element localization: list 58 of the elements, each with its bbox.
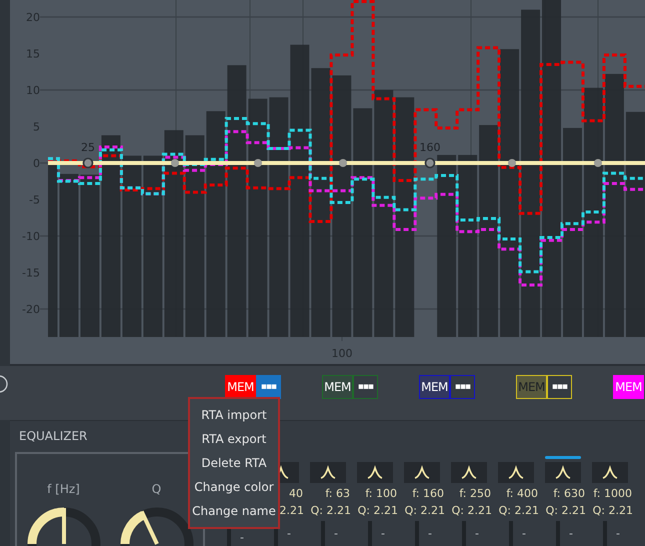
more-button[interactable]: ▪▪▪	[256, 375, 281, 399]
band-q: Q: 2.21	[592, 503, 633, 519]
band-q: Q: 2.21	[452, 503, 492, 519]
slider-value: -	[381, 527, 385, 540]
slider-value: -	[287, 527, 291, 540]
eq-node[interactable]	[508, 159, 516, 167]
band-q: 2.21	[280, 503, 304, 519]
band-q: Q: 2.21	[358, 503, 398, 519]
node-label: 25	[81, 141, 95, 154]
knob-label: f [Hz]	[47, 482, 80, 498]
menu-item[interactable]: Change name	[190, 499, 278, 523]
eq-node[interactable]	[424, 158, 436, 168]
peak-filter-icon[interactable]	[592, 462, 628, 483]
slider-value: -	[616, 527, 620, 540]
band-frequency: f: 160	[412, 486, 445, 502]
band-frequency: f: 1000	[593, 486, 633, 502]
peak-filter-icon[interactable]	[356, 462, 392, 483]
more-button[interactable]: ▪▪▪	[450, 375, 475, 399]
band-frequency: f: 250	[459, 486, 492, 502]
slider-value: -	[475, 527, 479, 540]
memory-button[interactable]: MEM	[419, 375, 450, 399]
slider-value: -	[428, 527, 432, 540]
slider-value: -	[522, 527, 526, 540]
band-q: Q: 2.21	[498, 503, 539, 519]
peak-filter-icon[interactable]	[404, 462, 440, 483]
peak-filter-icon[interactable]	[544, 462, 580, 483]
peak-filter-icon[interactable]	[498, 462, 534, 483]
slider-value: -	[240, 531, 244, 544]
eq-node[interactable]	[82, 158, 94, 168]
band-q: Q: 2.21	[310, 503, 351, 519]
section-title: EQUALIZER	[19, 429, 88, 443]
knob-label: Q	[152, 482, 162, 498]
menu-item[interactable]: RTA export	[190, 427, 278, 451]
menu-item[interactable]: RTA import	[190, 403, 278, 427]
slider-value: -	[334, 527, 338, 540]
band-frequency: 40	[289, 486, 304, 502]
band-q: Q: 2.21	[546, 503, 586, 519]
knob-ring[interactable]	[120, 508, 193, 546]
band-q: Q: 2.21	[404, 503, 445, 519]
more-button[interactable]: ▪▪▪	[547, 375, 572, 399]
node-label: 160	[420, 141, 440, 154]
memory-button[interactable]: MEM	[322, 375, 353, 399]
band-frequency: f: 400	[506, 486, 539, 502]
eq-node[interactable]	[594, 159, 602, 167]
eq-node[interactable]	[171, 159, 179, 167]
peak-filter-icon[interactable]	[310, 462, 346, 483]
eq-node[interactable]	[339, 159, 347, 167]
menu-item[interactable]: Delete RTA	[190, 451, 278, 475]
peak-filter-icon[interactable]	[450, 462, 486, 483]
slider-value: -	[569, 527, 573, 540]
eq-node[interactable]	[254, 159, 262, 167]
menu-item[interactable]: Change color	[190, 475, 278, 499]
knob-ring[interactable]	[27, 508, 100, 546]
more-button[interactable]: ▪▪▪	[353, 375, 378, 399]
band-frequency: f: 630	[553, 486, 586, 502]
band-frequency: f: 63	[325, 486, 351, 502]
band-frequency: f: 100	[365, 486, 398, 502]
memory-button[interactable]: MEM	[225, 375, 256, 399]
